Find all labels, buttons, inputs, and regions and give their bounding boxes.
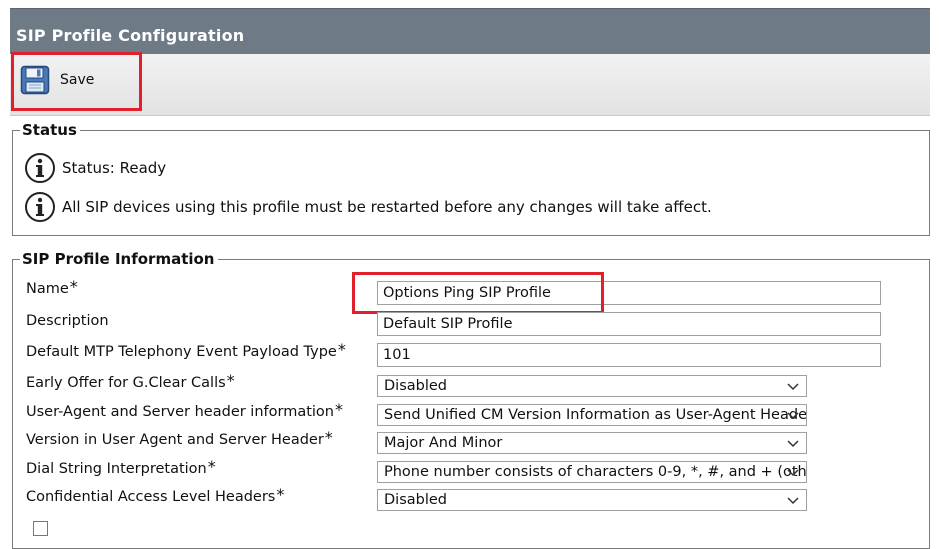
- version-header-select[interactable]: Major And Minor: [377, 432, 807, 454]
- dial-string-value: Phone number consists of characters 0-9,…: [384, 464, 807, 480]
- confidential-access-select[interactable]: Disabled: [377, 489, 807, 511]
- early-offer-label-text: Early Offer for G.Clear Calls: [26, 375, 226, 391]
- checkbox[interactable]: [33, 521, 48, 536]
- description-input[interactable]: Default SIP Profile: [377, 312, 881, 336]
- description-value: Default SIP Profile: [383, 316, 513, 332]
- info-icon: [25, 153, 55, 183]
- confidential-access-label-text: Confidential Access Level Headers: [26, 489, 276, 505]
- version-header-value: Major And Minor: [384, 435, 503, 451]
- early-offer-select[interactable]: Disabled: [377, 375, 807, 397]
- info-icon: [25, 192, 55, 222]
- name-input[interactable]: Options Ping SIP Profile: [377, 281, 881, 305]
- description-label-text: Description: [26, 313, 109, 329]
- mtp-payload-label-text: Default MTP Telephony Event Payload Type: [26, 344, 337, 360]
- required-marker: *: [207, 457, 216, 476]
- save-button[interactable]: Save: [20, 65, 94, 95]
- name-label: Name*: [26, 277, 78, 300]
- status-text: Status: Ready: [62, 159, 167, 177]
- required-marker: *: [276, 485, 285, 504]
- floppy-disk-icon: [20, 65, 50, 95]
- user-agent-header-value: Send Unified CM Version Information as U…: [384, 407, 807, 423]
- required-marker: *: [69, 277, 78, 296]
- mtp-payload-label: Default MTP Telephony Event Payload Type…: [26, 340, 346, 363]
- restart-notice-text: All SIP devices using this profile must …: [62, 198, 712, 216]
- chevron-down-icon: [787, 412, 799, 420]
- early-offer-label: Early Offer for G.Clear Calls*: [26, 371, 235, 394]
- save-label: Save: [60, 72, 95, 88]
- user-agent-header-select[interactable]: Send Unified CM Version Information as U…: [377, 404, 807, 426]
- dial-string-label-text: Dial String Interpretation: [26, 461, 207, 477]
- sip-profile-legend: SIP Profile Information: [20, 250, 218, 268]
- page-title: SIP Profile Configuration: [16, 26, 245, 45]
- user-agent-header-label: User-Agent and Server header information…: [26, 400, 343, 423]
- dial-string-select[interactable]: Phone number consists of characters 0-9,…: [377, 461, 807, 483]
- required-marker: *: [335, 400, 343, 419]
- chevron-down-icon: [787, 497, 799, 505]
- toolbar: Save: [10, 54, 930, 116]
- required-marker: *: [226, 371, 235, 390]
- required-marker: *: [337, 340, 346, 359]
- status-message-row: Status: Ready: [24, 152, 166, 184]
- mtp-payload-value: 101: [383, 347, 411, 363]
- chevron-down-icon: [787, 383, 799, 391]
- page-header: SIP Profile Configuration: [10, 8, 930, 54]
- confidential-access-label: Confidential Access Level Headers*: [26, 485, 284, 508]
- name-label-text: Name: [26, 281, 69, 297]
- confidential-access-value: Disabled: [384, 492, 447, 508]
- description-label: Description: [26, 313, 109, 329]
- version-header-label: Version in User Agent and Server Header*: [26, 428, 333, 451]
- dial-string-label: Dial String Interpretation*: [26, 457, 216, 480]
- required-marker: *: [324, 428, 333, 447]
- restart-notice-row: All SIP devices using this profile must …: [24, 191, 712, 223]
- early-offer-value: Disabled: [384, 378, 447, 394]
- name-value: Options Ping SIP Profile: [383, 285, 551, 301]
- mtp-payload-input[interactable]: 101: [377, 343, 881, 367]
- chevron-down-icon: [787, 440, 799, 448]
- chevron-down-icon: [787, 469, 799, 477]
- status-legend: Status: [20, 121, 80, 139]
- user-agent-header-label-text: User-Agent and Server header information: [26, 404, 334, 420]
- version-header-label-text: Version in User Agent and Server Header: [26, 432, 324, 448]
